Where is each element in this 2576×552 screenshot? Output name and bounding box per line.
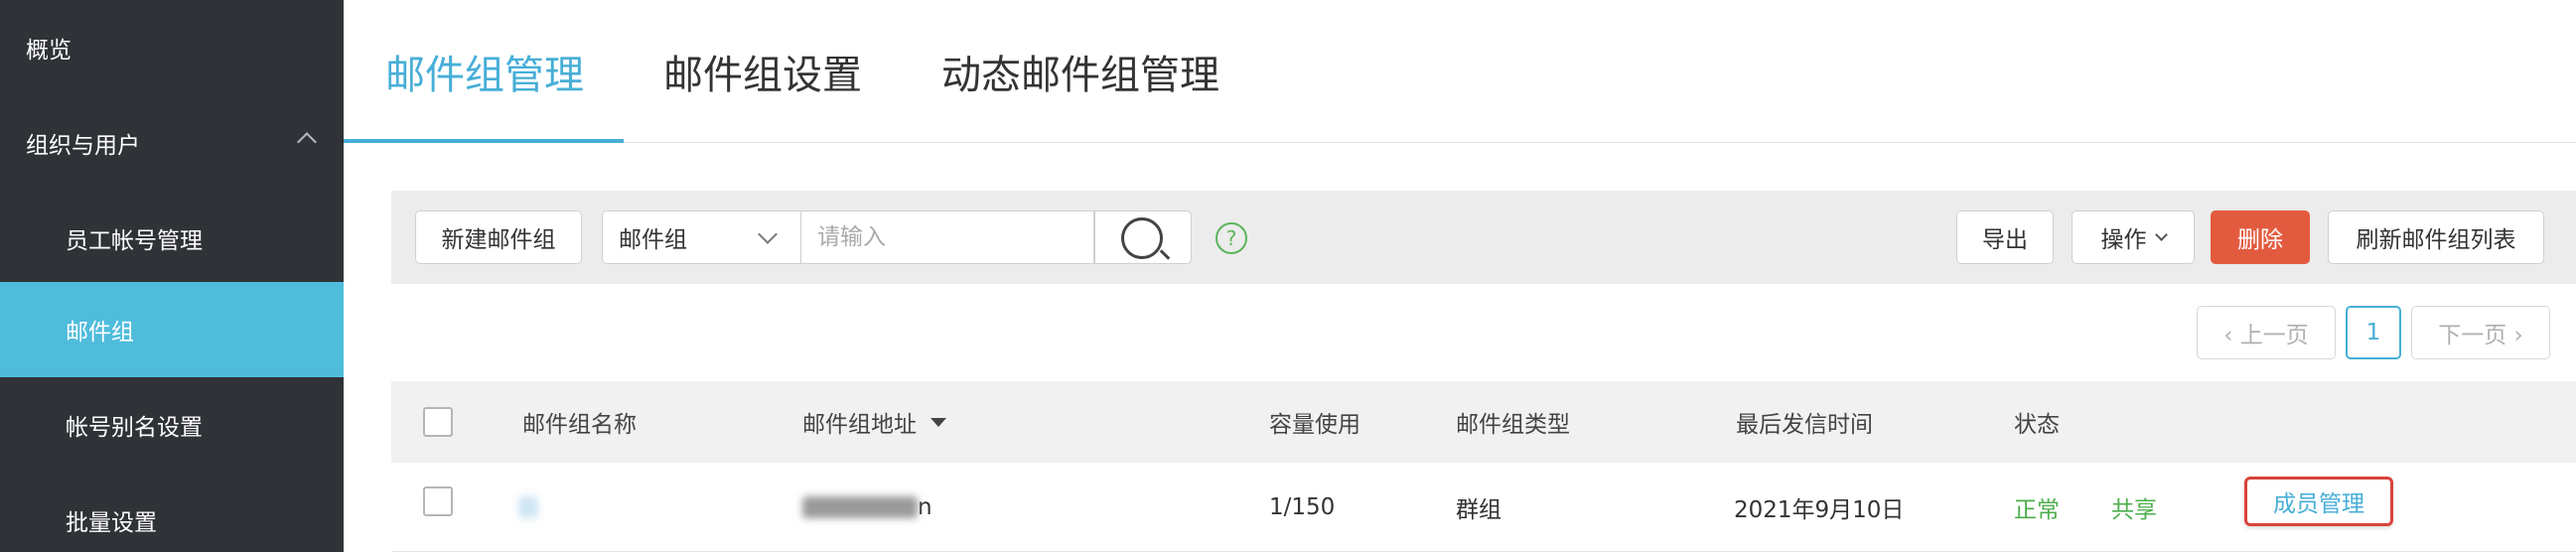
chevron-down-icon [758, 224, 778, 244]
search-icon [1121, 217, 1163, 259]
sidebar-item-label: 员工帐号管理 [66, 228, 203, 254]
column-header-label: 邮件组地址 [802, 412, 917, 438]
tab-label: 邮件组设置 [663, 53, 862, 98]
column-header-last-sent: 最后发信时间 [1736, 412, 1873, 438]
group-address-visible: n [918, 494, 932, 520]
tab-bar: 邮件组管理 邮件组设置 动态邮件组管理 [344, 0, 2576, 143]
sidebar-item-label: 组织与用户 [26, 133, 140, 159]
toolbar: 新建邮件组 邮件组 ? 导出 操作 删除 刷新邮件组列表 [391, 191, 2576, 284]
filter-select[interactable]: 邮件组 [602, 210, 800, 264]
column-header-type: 邮件组类型 [1456, 412, 1570, 438]
sidebar-item-mail-groups[interactable]: 邮件组 [0, 282, 344, 377]
operations-dropdown[interactable]: 操作 [2072, 210, 2195, 264]
table-header: 邮件组名称 邮件组地址 容量使用 邮件组类型 最后发信时间 状态 [391, 381, 2576, 463]
column-header-name: 邮件组名称 [522, 412, 637, 438]
filter-select-value: 邮件组 [619, 227, 687, 253]
refresh-list-button[interactable]: 刷新邮件组列表 [2328, 210, 2544, 264]
sidebar-item-label: 邮件组 [66, 320, 134, 345]
sidebar-item-employee-accounts[interactable]: 员工帐号管理 [0, 191, 344, 286]
active-tab-indicator [344, 139, 624, 143]
help-icon[interactable]: ? [1216, 222, 1247, 254]
sidebar-item-label: 批量设置 [66, 510, 157, 536]
sort-desc-icon [930, 417, 946, 427]
column-header-status: 状态 [2014, 412, 2060, 438]
tab-mail-group-management[interactable]: 邮件组管理 [385, 0, 584, 143]
last-sent-cell: 2021年9月10日 [1734, 497, 1905, 523]
tab-label: 动态邮件组管理 [941, 53, 1219, 98]
group-address-cell: n [802, 463, 932, 552]
chevron-up-icon [297, 132, 317, 152]
sidebar-item-label: 帐号别名设置 [66, 415, 203, 441]
sidebar-item-account-alias[interactable]: 帐号别名设置 [0, 377, 344, 473]
column-header-capacity: 容量使用 [1269, 412, 1360, 438]
export-button[interactable]: 导出 [1956, 210, 2054, 264]
search-input[interactable] [800, 210, 1094, 264]
redacted-group-name [518, 496, 538, 518]
redacted-group-address [802, 496, 918, 518]
tab-dynamic-mail-group-management[interactable]: 动态邮件组管理 [941, 0, 1219, 143]
sidebar-item-overview[interactable]: 概览 [0, 0, 344, 95]
chevron-down-icon [2154, 227, 2168, 241]
app-root: 概览 组织与用户 员工帐号管理 邮件组 帐号别名设置 批量设置 邮件组管理 邮件… [0, 0, 2576, 552]
table-row: n 1/150 群组 2021年9月10日 正常 共享 成员管理 [391, 463, 2576, 552]
sidebar: 概览 组织与用户 员工帐号管理 邮件组 帐号别名设置 批量设置 [0, 0, 344, 552]
sidebar-item-label: 概览 [26, 38, 72, 64]
search-button[interactable] [1094, 210, 1192, 264]
current-page-button[interactable]: 1 [2346, 306, 2401, 359]
new-mail-group-button[interactable]: 新建邮件组 [415, 210, 582, 264]
tab-mail-group-settings[interactable]: 邮件组设置 [663, 0, 862, 143]
shared-badge: 共享 [2111, 497, 2157, 523]
capacity-cell: 1/150 [1269, 494, 1336, 520]
search-icon-handle [1159, 249, 1171, 260]
delete-button[interactable]: 删除 [2211, 210, 2310, 264]
sidebar-item-batch-settings[interactable]: 批量设置 [0, 473, 344, 552]
member-management-button[interactable]: 成员管理 [2244, 477, 2393, 526]
column-header-address[interactable]: 邮件组地址 [802, 381, 946, 463]
row-checkbox[interactable] [423, 486, 453, 516]
group-name-cell[interactable] [518, 463, 538, 552]
status-badge: 正常 [2014, 497, 2060, 523]
select-all-checkbox[interactable] [423, 407, 453, 437]
group-type-cell: 群组 [1456, 497, 1502, 523]
sidebar-item-org-users[interactable]: 组织与用户 [0, 95, 344, 191]
next-page-button[interactable]: 下一页 › [2411, 306, 2550, 359]
operations-label: 操作 [2100, 227, 2147, 253]
prev-page-button[interactable]: ‹ 上一页 [2197, 306, 2336, 359]
tab-label: 邮件组管理 [385, 53, 584, 98]
